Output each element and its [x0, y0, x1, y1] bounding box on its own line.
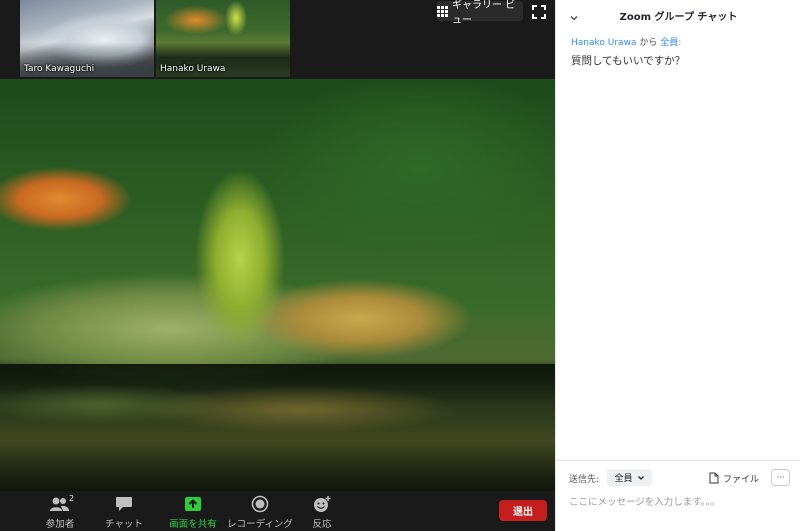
recipient-value: 全員: [614, 474, 633, 484]
meeting-toolbar: 2 参加者 チャット 画面を共有 レコーディング 反応 退出: [0, 491, 555, 531]
video-reflection: [0, 364, 555, 491]
message-recipient[interactable]: 全員:: [660, 38, 681, 48]
reactions-label: 反応: [312, 519, 332, 530]
message-header: Hanako Urawa から 全員:: [571, 35, 791, 48]
chat-button[interactable]: チャット: [94, 494, 154, 530]
fullscreen-button[interactable]: [530, 3, 548, 21]
participant-thumbnail[interactable]: Hanako Urawa: [156, 0, 290, 77]
main-video: [0, 79, 555, 491]
meeting-area: Taro Kawaguchi Hanako Urawa ギャラリー ビュー 2 …: [0, 0, 555, 531]
chevron-down-icon: [637, 475, 644, 480]
gallery-view-button[interactable]: ギャラリー ビュー: [437, 0, 523, 26]
gallery-view-label: ギャラリー ビュー: [452, 0, 516, 26]
message-text: 質問してもいいですか？: [571, 55, 686, 67]
share-screen-label: 画面を共有: [169, 519, 217, 530]
chat-message: Hanako Urawa から 全員: 質問してもいいですか？: [571, 35, 791, 68]
chevron-down-icon: [570, 15, 578, 21]
record-button[interactable]: レコーディング: [227, 494, 293, 530]
message-connector: から: [639, 38, 658, 48]
participant-name: Taro Kawaguchi: [24, 64, 95, 74]
reaction-icon: [314, 496, 331, 512]
participant-count: 2: [69, 494, 75, 503]
participant-name: Hanako Urawa: [160, 64, 226, 74]
fullscreen-icon: [532, 5, 546, 19]
file-label: ファイル: [723, 474, 760, 485]
participant-thumbnail[interactable]: Taro Kawaguchi: [20, 0, 154, 77]
participants-icon: [50, 497, 69, 511]
file-icon: [709, 472, 719, 484]
send-to-label: 送信先:: [569, 475, 600, 485]
message-input[interactable]: [569, 493, 789, 511]
chat-label: チャット: [105, 519, 143, 530]
chat-message-list: Hanako Urawa から 全員: 質問してもいいですか？: [571, 35, 791, 68]
chat-header: Zoom グループ チャット: [556, 0, 800, 30]
reactions-button[interactable]: 反応: [292, 494, 352, 530]
file-button[interactable]: ファイル: [709, 470, 759, 486]
grid-icon: [437, 5, 448, 17]
participants-button[interactable]: 2 参加者: [30, 494, 90, 530]
leave-button[interactable]: 退出: [499, 500, 547, 521]
chat-icon: [116, 497, 132, 511]
more-options-button[interactable]: ···: [771, 469, 790, 486]
record-label: レコーディング: [227, 519, 293, 530]
record-icon: [251, 495, 269, 513]
message-sender[interactable]: Hanako Urawa: [571, 38, 636, 48]
participants-label: 参加者: [45, 519, 75, 530]
thumbnail-strip: Taro Kawaguchi Hanako Urawa ギャラリー ビュー: [0, 0, 555, 79]
share-screen-button[interactable]: 画面を共有: [163, 494, 223, 530]
chat-panel: Zoom グループ チャット Hanako Urawa から 全員: 質問しても…: [555, 0, 800, 531]
chat-footer: 送信先: 全員 ファイル ···: [556, 460, 800, 531]
recipient-select[interactable]: 全員: [607, 469, 652, 486]
chat-title: Zoom グループ チャット: [619, 11, 738, 23]
share-screen-icon: [185, 497, 201, 511]
collapse-chat-button[interactable]: [568, 9, 580, 21]
